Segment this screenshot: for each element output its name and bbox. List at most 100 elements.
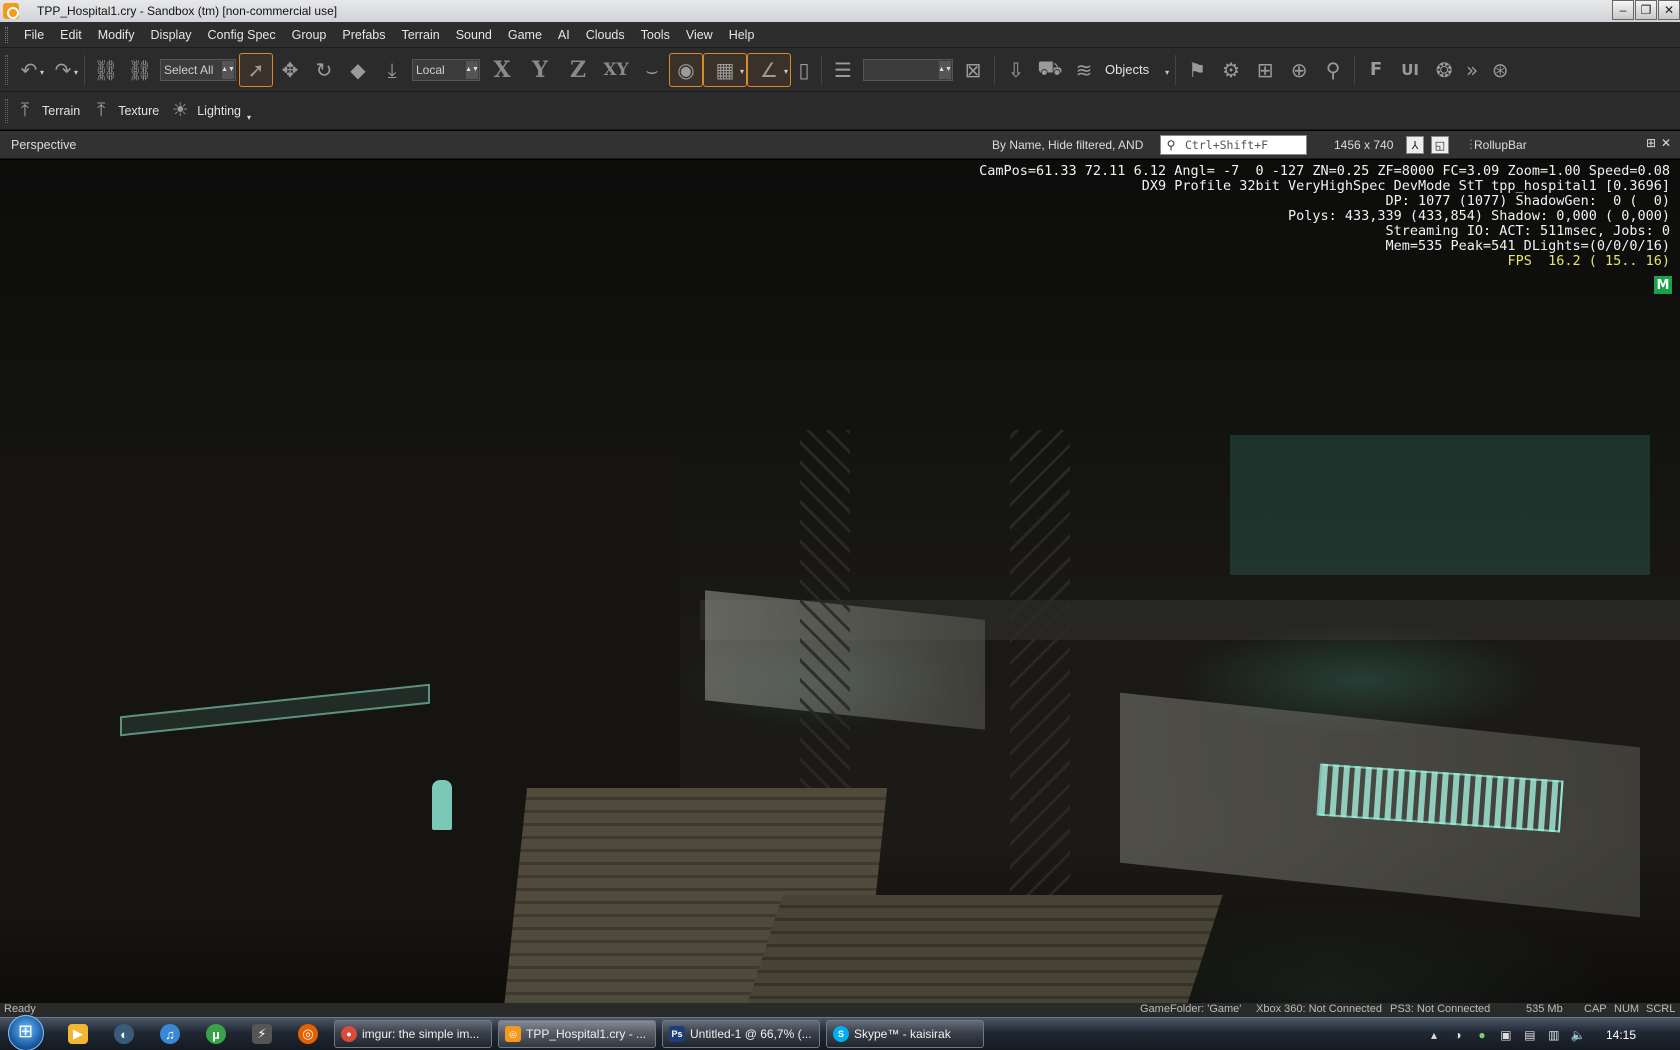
menu-game[interactable]: Game (500, 28, 550, 42)
clock[interactable]: 14:15 (1606, 1028, 1636, 1042)
menu-ai[interactable]: AI (550, 28, 578, 42)
axis-xy-button[interactable]: XY (597, 53, 635, 87)
m-badge-icon: M (1654, 276, 1672, 294)
layers-icon[interactable]: ≋ (1067, 53, 1101, 87)
ai-tag-point-icon[interactable]: ⚲ (1316, 53, 1350, 87)
redo-icon[interactable]: ↷ ▾ (46, 53, 80, 87)
search-input[interactable]: ⚲ Ctrl+Shift+F (1160, 135, 1307, 155)
texture-tool-button[interactable]: ⤒ Texture (88, 98, 159, 124)
tray-monitor-icon[interactable]: ▣ (1498, 1027, 1514, 1043)
task-sandbox[interactable]: ◎ TPP_Hospital1.cry - ... (498, 1020, 656, 1048)
move-icon[interactable]: ✥ (273, 53, 307, 87)
task-photoshop[interactable]: Ps Untitled-1 @ 66,7% (... (662, 1020, 820, 1048)
particle-editor-icon[interactable]: ❂ (1427, 53, 1461, 87)
ai-point-icon[interactable]: ⚑ (1180, 53, 1214, 87)
vehicle-icon[interactable]: ⛟ (1033, 53, 1067, 87)
coord-system-dropdown[interactable]: Local ▲▼ (412, 58, 480, 81)
close-button[interactable]: ✕ (1658, 0, 1680, 20)
network-icon[interactable]: ▥ (1546, 1027, 1562, 1043)
task-chrome-imgur[interactable]: ● imgur: the simple im... (334, 1020, 492, 1048)
ai-volume-icon[interactable]: ⊕ (1282, 53, 1316, 87)
select-all-dropdown[interactable]: Select All ▲▼ (160, 58, 236, 81)
pinned-itunes[interactable]: ♫ (150, 1019, 190, 1049)
minimize-button[interactable]: – (1612, 0, 1634, 20)
pinned-winamp[interactable]: ⚡ (242, 1019, 282, 1049)
axis-helper-icon[interactable]: ⅄ (1406, 136, 1424, 154)
utorrent-icon: µ (206, 1024, 226, 1044)
pin-icon[interactable]: ⊞ (1646, 136, 1656, 150)
flowgraph-icon[interactable]: F (1359, 53, 1393, 87)
select-pointer-icon[interactable]: ➚ (239, 52, 273, 87)
tray-device-icon[interactable]: ▤ (1522, 1027, 1538, 1043)
ruler-icon[interactable]: ▯ (791, 53, 817, 87)
snap-grid-icon[interactable]: ▦ ▾ (703, 52, 747, 87)
task-label: Untitled-1 @ 66,7% (... (690, 1027, 812, 1041)
show-hidden-icons-icon[interactable]: ▴ (1426, 1027, 1442, 1043)
ui-editor-icon[interactable]: UI (1393, 53, 1427, 87)
snap-angle-icon[interactable]: ∠ ▾ (747, 52, 791, 87)
menu-terrain[interactable]: Terrain (393, 28, 447, 42)
terrain-snap-icon[interactable]: ⌣ (635, 53, 669, 87)
toolbar-grip[interactable] (5, 98, 8, 123)
window-title: TPP_Hospital1.cry - Sandbox (tm) [non-co… (37, 4, 338, 18)
axis-x-button[interactable]: X (483, 53, 521, 87)
viewport-title[interactable]: Perspective (11, 138, 76, 152)
lighting-tool-button[interactable]: ☀ Lighting ▾ (167, 98, 251, 124)
menu-display[interactable]: Display (143, 28, 200, 42)
menu-grip[interactable] (5, 26, 8, 43)
chevron-down-icon: ▲▼ (465, 60, 479, 79)
rollupbar-close-icon[interactable]: ✕ (1661, 136, 1671, 150)
export-icon[interactable]: ⇩ (999, 53, 1033, 87)
menu-sound[interactable]: Sound (448, 28, 500, 42)
console-globe-icon[interactable]: ⊛ (1483, 53, 1517, 87)
maximize-viewport-icon[interactable]: ◱ (1431, 136, 1449, 154)
menu-file[interactable]: File (16, 28, 52, 42)
perspective-viewport[interactable]: CamPos=61.33 72.11 6.12 Angl= -7 0 -127 … (0, 160, 1680, 1012)
unlink-icon[interactable]: ⛓ (123, 53, 157, 87)
layer-dropdown[interactable]: ▲▼ (863, 58, 953, 81)
menu-tools[interactable]: Tools (633, 28, 678, 42)
pinned-utorrent[interactable]: µ (196, 1019, 236, 1049)
search-filter-options[interactable]: By Name, Hide filtered, AND (992, 138, 1143, 152)
axis-y-button[interactable]: Y (521, 53, 559, 87)
maximize-button[interactable]: ❐ (1635, 0, 1657, 20)
menu-clouds[interactable]: Clouds (578, 28, 633, 42)
pinned-firefox[interactable]: ◎ (288, 1019, 328, 1049)
volume-icon[interactable]: 🔈 (1570, 1027, 1586, 1043)
main-toolbar: ↶ ▾ ↷ ▾ ⛓ ⛓ Select All ▲▼ ➚ ✥ ↻ ◆ ⤓ Local … (0, 48, 1680, 92)
chevron-down-icon[interactable]: ▾ (247, 113, 251, 122)
pinned-media-player[interactable]: ▶ (58, 1019, 98, 1049)
status-bar: Ready GameFolder: 'Game' Xbox 360: Not C… (0, 1003, 1680, 1017)
ai-nav-icon[interactable]: ⊞ (1248, 53, 1282, 87)
toolbar-overflow-icon[interactable]: » (1461, 53, 1483, 87)
select-all-value: Select All (164, 62, 214, 77)
toolbar-grip[interactable] (5, 54, 8, 85)
menu-prefabs[interactable]: Prefabs (334, 28, 393, 42)
layer-delete-icon[interactable]: ⊠ (956, 53, 990, 87)
menu-help[interactable]: Help (721, 28, 763, 42)
menu-view[interactable]: View (678, 28, 721, 42)
drop-to-ground-icon[interactable]: ⤓ (375, 53, 409, 87)
start-button[interactable] (8, 1015, 44, 1050)
follow-terrain-icon[interactable]: ◉ (669, 52, 703, 87)
sandbox-app-icon[interactable] (3, 3, 19, 19)
ai-path-icon[interactable]: ⚙ (1214, 53, 1248, 87)
rotate-icon[interactable]: ↻ (307, 53, 341, 87)
menu-group[interactable]: Group (284, 28, 335, 42)
menu-config-spec[interactable]: Config Spec (200, 28, 284, 42)
menu-edit[interactable]: Edit (52, 28, 90, 42)
tray-skype-status-icon[interactable]: ● (1474, 1027, 1490, 1043)
viewport-resolution[interactable]: 1456 x 740 (1334, 138, 1393, 152)
pinned-steam[interactable]: ◐ (104, 1019, 144, 1049)
task-skype[interactable]: S Skype™ - kaisirak (826, 1020, 984, 1048)
layer-select-icon[interactable]: ☰ (826, 53, 860, 87)
terrain-tool-button[interactable]: ⤒ Terrain (12, 98, 80, 124)
scale-icon[interactable]: ◆ (341, 53, 375, 87)
objects-label[interactable]: Objects (1105, 62, 1149, 77)
link-icon[interactable]: ⛓ (89, 53, 123, 87)
tray-app-icon[interactable]: ◑ (1450, 1027, 1466, 1043)
undo-icon[interactable]: ↶ ▾ (12, 53, 46, 87)
objects-dropdown-icon[interactable]: ▾ (1153, 53, 1171, 87)
menu-modify[interactable]: Modify (90, 28, 143, 42)
axis-z-button[interactable]: Z (559, 53, 597, 87)
